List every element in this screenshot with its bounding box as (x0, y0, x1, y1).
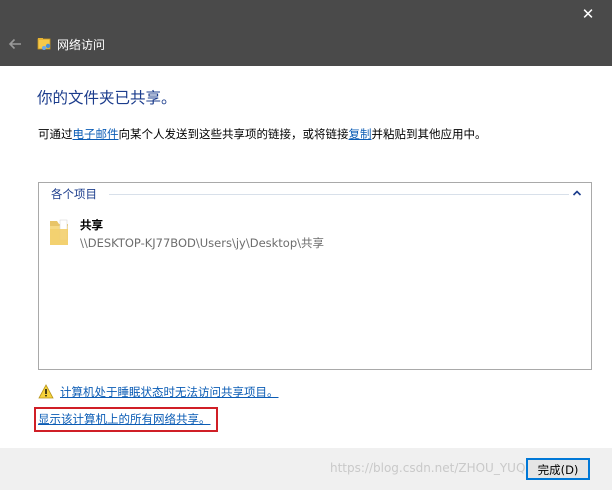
collapse-chevron-icon[interactable] (571, 187, 583, 199)
back-arrow-icon[interactable] (6, 35, 24, 53)
panel-header: 各个项目 (51, 187, 97, 201)
email-link[interactable]: 电子邮件 (73, 127, 119, 141)
window-title: 网络访问 (57, 38, 106, 52)
panel-header-divider (109, 194, 569, 195)
done-button[interactable]: 完成(D) (526, 458, 590, 480)
close-icon: ✕ (581, 5, 595, 23)
item-path: \\DESKTOP-KJ77BOD\Users\jy\Desktop\共享 (80, 236, 325, 250)
window-titlebar: ✕ 网络访问 (0, 0, 612, 66)
share-description: 可通过电子邮件向某个人发送到这些共享项的链接，或将链接复制并粘贴到其他应用中。 (38, 127, 487, 141)
close-button[interactable]: ✕ (576, 2, 600, 26)
network-folder-icon (37, 38, 51, 50)
copy-link[interactable]: 复制 (349, 127, 372, 141)
dialog-footer: https://blog.csdn.net/ZHOU_YUQD 完成(D) (0, 448, 612, 490)
warning-icon (38, 384, 54, 399)
show-all-shares-link[interactable]: 显示该计算机上的所有网络共享。 (38, 412, 211, 426)
page-title: 你的文件夹已共享。 (37, 89, 177, 107)
shared-items-panel: 各个项目 共享 \\DESKTOP-KJ77BOD\Users\jy\Deskt… (38, 182, 592, 370)
watermark-text: https://blog.csdn.net/ZHOU_YUQD (330, 461, 535, 475)
sleep-warning-link[interactable]: 计算机处于睡眠状态时无法访问共享项目。 (60, 385, 279, 399)
folder-icon (50, 219, 68, 245)
item-name: 共享 (80, 218, 103, 232)
